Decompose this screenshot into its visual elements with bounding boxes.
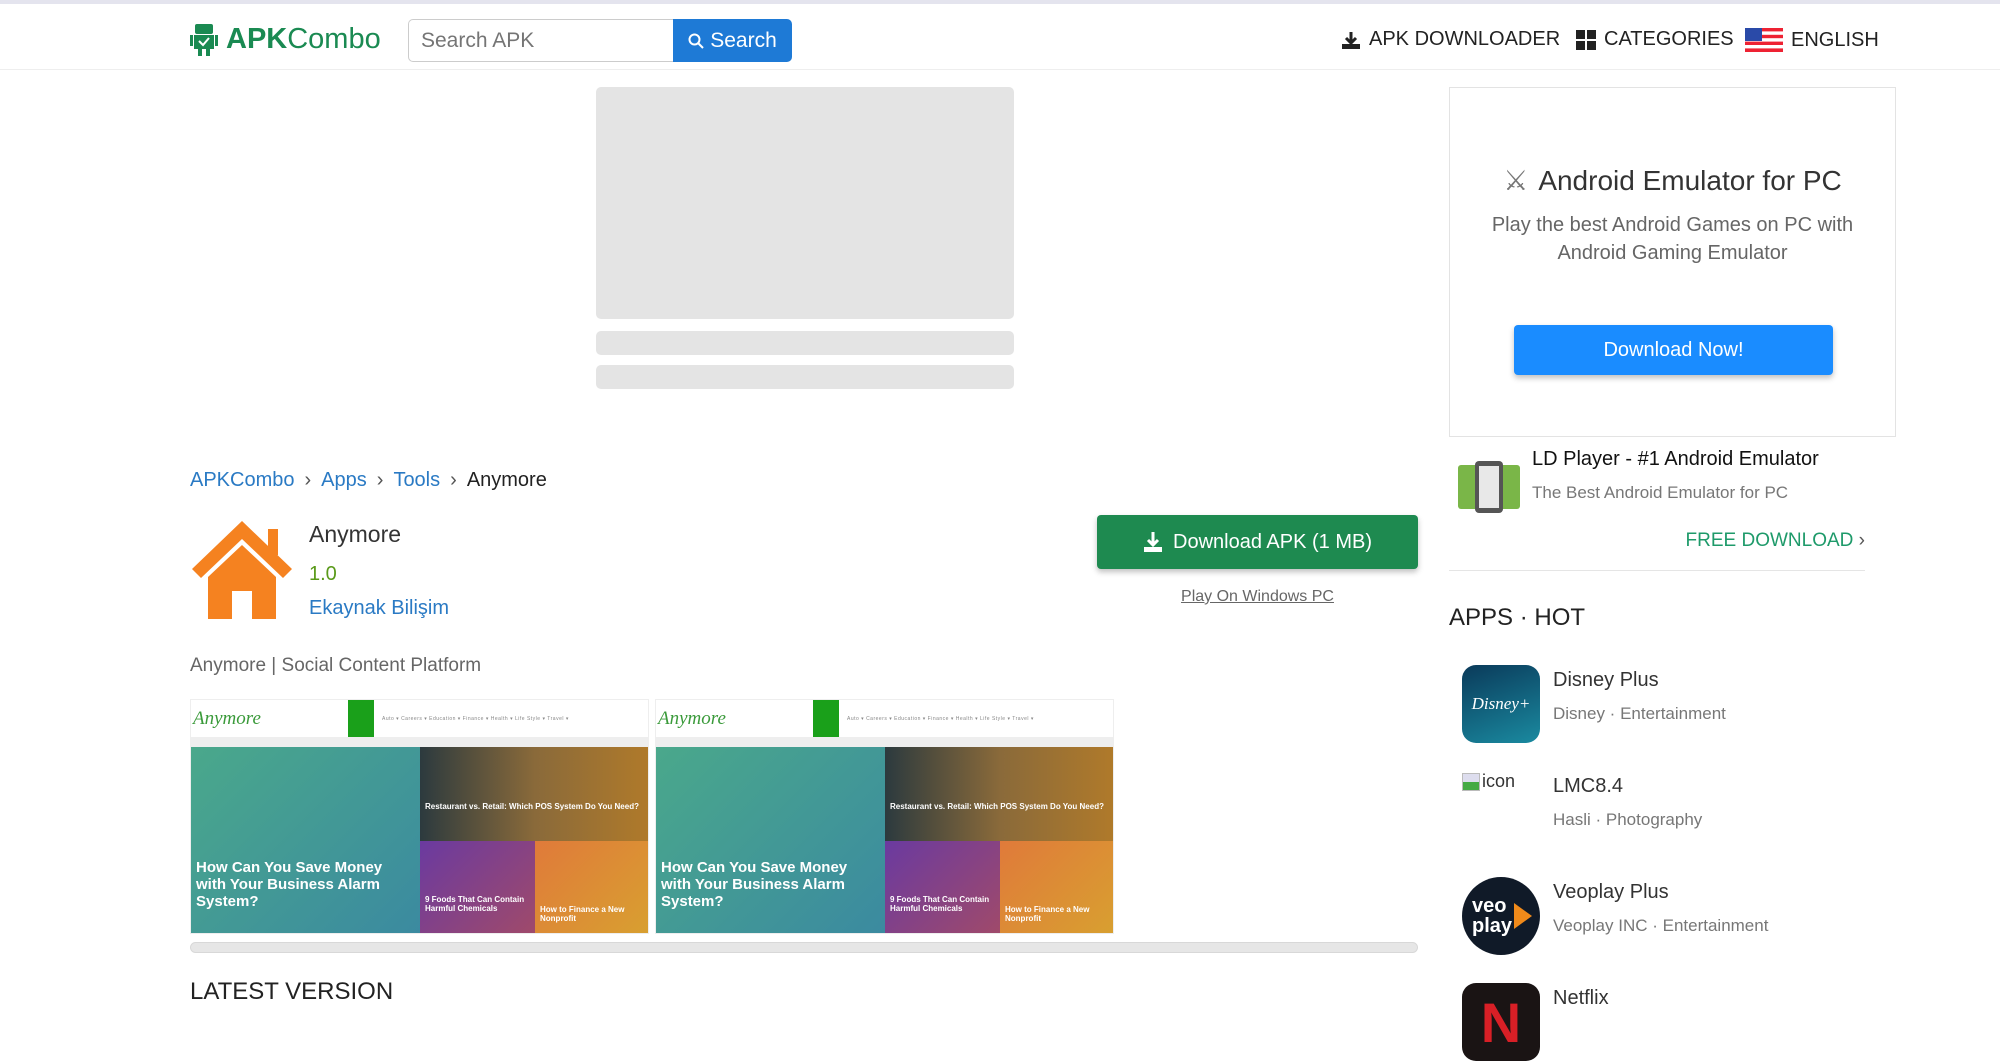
veoplay-icon: veo play [1462, 877, 1540, 955]
ldplayer-title[interactable]: LD Player - #1 Android Emulator [1532, 448, 1819, 471]
screenshot-headline: How Can You Save Money with Your Busines… [191, 747, 420, 933]
ad-placeholder-line [596, 365, 1014, 389]
free-download-label: FREE DOWNLOAD [1685, 530, 1854, 551]
play-on-windows-link[interactable]: Play On Windows PC [1097, 588, 1418, 606]
broken-image-icon: icon [1462, 771, 1515, 792]
app-meta: Veoplay INC · Entertainment [1553, 916, 1769, 935]
app-icon [192, 521, 292, 619]
screenshot-nav-home [813, 700, 839, 737]
nav-categories[interactable]: CATEGORIES [1576, 28, 1734, 51]
logo-text: Combo [287, 22, 381, 55]
emulator-ad: ⚔ Android Emulator for PC Play the best A… [1449, 87, 1896, 437]
screenshot-tile: How to Finance a New Nonprofit [535, 841, 648, 933]
screenshot[interactable]: Anymore Auto ▾ Careers ▾ Education ▾ Fina… [655, 699, 1114, 934]
breadcrumb: APKCombo › Apps › Tools › Anymore [190, 469, 547, 492]
header: APKCombo Search APK DOWNLOADER CATEGORIE… [0, 4, 2000, 70]
breadcrumb-tools[interactable]: Tools [393, 469, 440, 492]
app-list-item[interactable]: Disney+ Disney Plus Disney · Entertainme… [1462, 665, 1882, 745]
app-tagline: Anymore | Social Content Platform [190, 655, 482, 676]
app-name: Anymore [309, 521, 402, 547]
breadcrumb-home[interactable]: APKCombo [190, 469, 295, 492]
screenshot-headline: How Can You Save Money with Your Busines… [656, 747, 885, 933]
chevron-right-icon: › [376, 469, 384, 491]
nav-label: APK DOWNLOADER [1369, 28, 1561, 50]
screenshot-tile: Restaurant vs. Retail: Which POS System … [885, 747, 1113, 841]
netflix-icon: N [1462, 983, 1540, 1061]
ad-placeholder [596, 87, 1014, 319]
app-version: 1.0 [309, 563, 337, 585]
chevron-right-icon: › [450, 469, 457, 491]
app-name: Netflix [1553, 987, 1609, 1009]
nav-label: ENGLISH [1791, 28, 1879, 51]
ldplayer-icon [1458, 461, 1520, 513]
chevron-right-icon: › [304, 469, 312, 491]
screenshot-site-logo: Anymore [658, 707, 726, 729]
screenshot-tile: 9 Foods That Can Contain Harmful Chemica… [420, 841, 535, 933]
screenshot[interactable]: Anymore Auto ▾ Careers ▾ Education ▾ Fina… [190, 699, 649, 934]
screenshot-tile: How to Finance a New Nonprofit [1000, 841, 1113, 933]
chevron-right-icon: › [1858, 530, 1865, 551]
search-icon [688, 33, 704, 49]
breadcrumb-current: Anymore [466, 469, 547, 491]
divider [1449, 570, 1865, 571]
screenshot-tile: Restaurant vs. Retail: Which POS System … [420, 747, 648, 841]
free-download-link[interactable]: FREE DOWNLOAD › [1620, 530, 1865, 552]
search-button[interactable]: Search [673, 19, 792, 62]
us-flag-icon [1745, 28, 1783, 52]
app-name: Veoplay Plus [1553, 881, 1669, 903]
nav-label: CATEGORIES [1604, 28, 1734, 50]
icon-alt-text: icon [1482, 771, 1516, 791]
apps-hot-heading: APPS · HOT [1449, 604, 1586, 631]
download-icon [1144, 532, 1162, 552]
ad-title: Android Emulator for PC [1538, 164, 1842, 196]
download-apk-button[interactable]: Download APK (1 MB) [1097, 515, 1418, 569]
logo-text-bold: APK [226, 22, 288, 55]
disney-plus-icon: Disney+ [1462, 665, 1540, 743]
grid-icon [1576, 29, 1596, 50]
screenshot-nav-menu: Auto ▾ Careers ▾ Education ▾ Finance ▾ H… [382, 715, 569, 722]
logo[interactable]: APKCombo [190, 22, 381, 56]
download-icon [1342, 31, 1360, 49]
ldplayer-subtitle: The Best Android Emulator for PC [1532, 483, 1789, 502]
app-list-item[interactable]: veo play Veoplay Plus Veoplay INC · Enter… [1462, 877, 1882, 957]
app-developer-link[interactable]: Ekaynak Bilişim [309, 597, 449, 620]
app-name: Disney Plus [1553, 669, 1659, 691]
download-now-button[interactable]: Download Now! [1514, 325, 1833, 375]
screenshot-nav-home [348, 700, 374, 737]
app-list-item[interactable]: icon LMC8.4 Hasli · Photography [1462, 771, 1882, 851]
app-name: LMC8.4 [1553, 775, 1624, 797]
screenshot-tile: 9 Foods That Can Contain Harmful Chemica… [885, 841, 1000, 933]
search-input[interactable] [408, 19, 674, 62]
screenshot-site-logo: Anymore [193, 707, 261, 729]
search-button-label: Search [710, 28, 777, 52]
breadcrumb-apps[interactable]: Apps [321, 469, 367, 492]
ad-subtitle: Play the best Android Games on PC with A… [1491, 214, 1854, 264]
ad-placeholder-line [596, 331, 1014, 355]
screenshot-nav-menu: Auto ▾ Careers ▾ Education ▾ Finance ▾ H… [847, 715, 1034, 722]
screenshots-scrollbar[interactable] [190, 942, 1418, 953]
download-apk-label: Download APK (1 MB) [1173, 530, 1372, 553]
app-list-item[interactable]: N Netflix [1462, 983, 1882, 1063]
android-logo-icon [190, 24, 218, 56]
nav-apk-downloader[interactable]: APK DOWNLOADER [1341, 28, 1560, 51]
latest-version-heading: LATEST VERSION [190, 978, 394, 1005]
swords-icon: ⚔ [1503, 165, 1529, 196]
app-meta: Hasli · Photography [1553, 810, 1703, 829]
nav-language[interactable]: ENGLISH [1745, 28, 1879, 52]
app-meta: Disney · Entertainment [1553, 704, 1726, 723]
